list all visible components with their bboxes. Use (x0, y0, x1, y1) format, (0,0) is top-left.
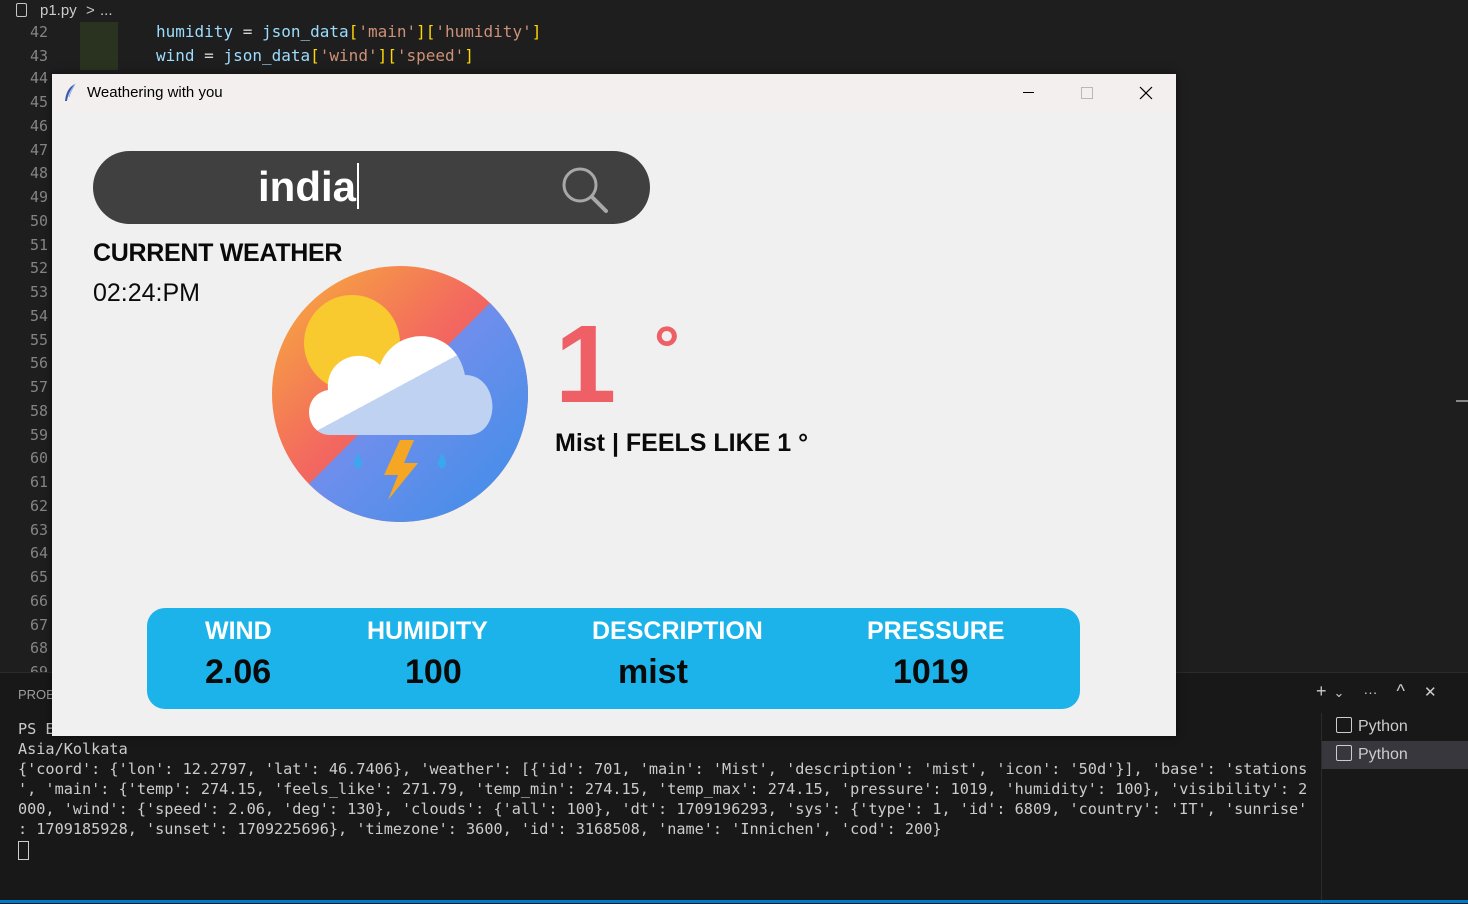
wind-value: 2.06 (205, 653, 272, 691)
terminal-line: 000, 'wind': {'speed': 2.06, 'deg': 130}… (18, 800, 1308, 818)
line-number: 43 (29, 47, 48, 65)
line-number: 64 (29, 544, 48, 562)
text-caret (357, 163, 360, 209)
search-icon[interactable] (560, 165, 610, 215)
line-number: 54 (29, 307, 48, 325)
line-number: 48 (29, 164, 48, 182)
close-button[interactable] (1118, 74, 1174, 112)
maximize-panel-icon[interactable]: ^ (1396, 681, 1404, 702)
terminal-line: {'coord': {'lon': 12.2797, 'lat': 46.740… (18, 760, 1308, 778)
window-title: Weathering with you (87, 84, 223, 101)
terminal-cursor (18, 841, 29, 860)
minimize-button[interactable] (1000, 74, 1056, 112)
terminal-line: ', 'main': {'temp': 274.15, 'feels_like'… (18, 780, 1308, 798)
chevron-right-icon: > (86, 2, 95, 19)
humidity-label: HUMIDITY (367, 617, 488, 645)
line-number: 66 (29, 592, 48, 610)
close-icon (1139, 86, 1153, 100)
terminal-icon (1336, 745, 1352, 761)
line-number: 51 (29, 236, 48, 254)
line-number: 52 (29, 259, 48, 277)
line-number: 59 (29, 426, 48, 444)
pressure-label: PRESSURE (867, 617, 1005, 645)
line-number: 44 (29, 69, 48, 87)
terminal-list-item[interactable]: Python (1322, 741, 1468, 769)
line-number: 68 (29, 639, 48, 657)
code-line[interactable]: wind = json_data['wind']['speed'] (156, 46, 474, 65)
line-number: 47 (29, 141, 48, 159)
line-number: 63 (29, 521, 48, 539)
code-line[interactable]: humidity = json_data['main']['humidity'] (156, 22, 541, 41)
line-number: 62 (29, 497, 48, 515)
indent-guide (80, 22, 118, 70)
breadcrumb: p1.py > ... (0, 0, 1468, 22)
breadcrumb-file[interactable]: p1.py (40, 0, 77, 22)
line-number: 57 (29, 378, 48, 396)
more-icon[interactable]: ··· (1363, 684, 1377, 700)
terminal-list: Python Python (1321, 713, 1468, 904)
line-number: 58 (29, 402, 48, 420)
pressure-value: 1019 (893, 653, 969, 691)
feels-like-text: Mist | FEELS LIKE 1 ° (555, 429, 809, 457)
wind-label: WIND (205, 617, 272, 645)
line-number-gutter: 42 43 44 45 46 47 48 49 50 51 52 53 54 55 56 57 58 59 60 61… (0, 22, 60, 672)
line-number: 53 (29, 283, 48, 301)
line-number: 46 (29, 117, 48, 135)
add-terminal-icon[interactable]: + (1316, 681, 1327, 702)
chevron-down-icon[interactable]: ⌄ (1334, 685, 1345, 701)
maximize-button[interactable] (1058, 74, 1114, 112)
terminal-list-item[interactable]: Python (1322, 713, 1468, 741)
title-bar[interactable]: Weathering with you (52, 74, 1176, 112)
panel-actions: + ⌄ ··· ^ ✕ (1316, 681, 1451, 702)
breadcrumb-more[interactable]: ... (100, 0, 113, 22)
description-label: DESCRIPTION (592, 617, 763, 645)
terminal-output[interactable]: PS E Asia/Kolkata {'coord': {'lon': 12.2… (18, 719, 1308, 860)
degree-symbol: ° (654, 313, 680, 385)
line-number: 67 (29, 616, 48, 634)
feather-icon (65, 83, 76, 101)
cloud-rain-lightning-icon (272, 266, 528, 522)
line-number: 69 (29, 663, 48, 672)
scrollbar-marker[interactable] (1456, 400, 1468, 402)
close-panel-icon[interactable]: ✕ (1424, 683, 1437, 701)
description-value: mist (618, 653, 688, 691)
terminal-line: Asia/Kolkata (18, 740, 128, 758)
line-number: 61 (29, 473, 48, 491)
current-weather-label: CURRENT WEATHER (93, 239, 343, 267)
maximize-icon (1081, 87, 1093, 99)
line-number: 65 (29, 568, 48, 586)
search-bar: india (93, 151, 650, 224)
line-number: 60 (29, 449, 48, 467)
line-number: 56 (29, 354, 48, 372)
line-number: 42 (29, 23, 48, 41)
current-time: 02:24:PM (93, 279, 201, 307)
weather-stats-bar: WIND 2.06 HUMIDITY 100 DESCRIPTION mist … (147, 608, 1080, 709)
weather-app-window: Weathering with you india CURRENT WEATHE… (52, 74, 1176, 736)
minimize-icon (1023, 92, 1034, 93)
line-number: 55 (29, 331, 48, 349)
line-number: 50 (29, 212, 48, 230)
line-number: 49 (29, 188, 48, 206)
terminal-icon (1336, 717, 1352, 733)
search-input[interactable]: india (258, 161, 360, 213)
temperature-value: 1 (555, 303, 617, 426)
file-icon (16, 3, 27, 17)
line-number: 45 (29, 93, 48, 111)
terminal-line: : 1709185928, 'sunset': 1709225696}, 'ti… (18, 820, 942, 838)
humidity-value: 100 (405, 653, 462, 691)
